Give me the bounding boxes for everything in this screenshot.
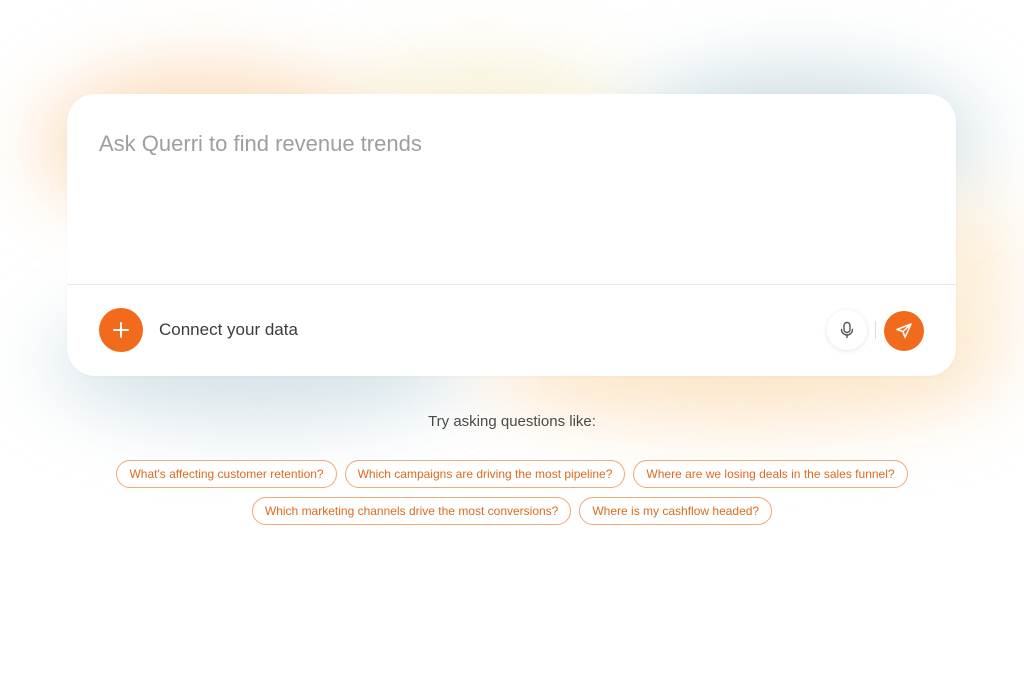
suggestion-row: What's affecting customer retention? Whi… xyxy=(0,460,1024,488)
microphone-icon xyxy=(840,321,854,339)
prompt-input[interactable] xyxy=(99,124,919,164)
connect-data-label[interactable]: Connect your data xyxy=(159,319,298,341)
microphone-button[interactable] xyxy=(827,310,867,350)
suggestion-row: Which marketing channels drive the most … xyxy=(0,497,1024,525)
suggestion-chip[interactable]: Where is my cashflow headed? xyxy=(579,497,773,525)
composer-divider xyxy=(67,284,956,285)
suggestions-heading: Try asking questions like: xyxy=(428,413,596,430)
button-separator xyxy=(875,321,876,339)
suggestion-chip[interactable]: Which campaigns are driving the most pip… xyxy=(344,460,626,488)
prompt-composer: Connect your data xyxy=(67,94,956,376)
page: Connect your data Try asking questions l… xyxy=(0,0,1024,677)
suggestion-chip[interactable]: Which marketing channels drive the most … xyxy=(251,497,572,525)
send-button[interactable] xyxy=(884,311,924,351)
suggestion-chip[interactable]: Where are we losing deals in the sales f… xyxy=(633,460,908,488)
send-icon xyxy=(896,323,912,339)
suggestion-chip[interactable]: What's affecting customer retention? xyxy=(116,460,337,488)
plus-icon xyxy=(113,322,129,338)
add-data-button[interactable] xyxy=(99,308,143,352)
